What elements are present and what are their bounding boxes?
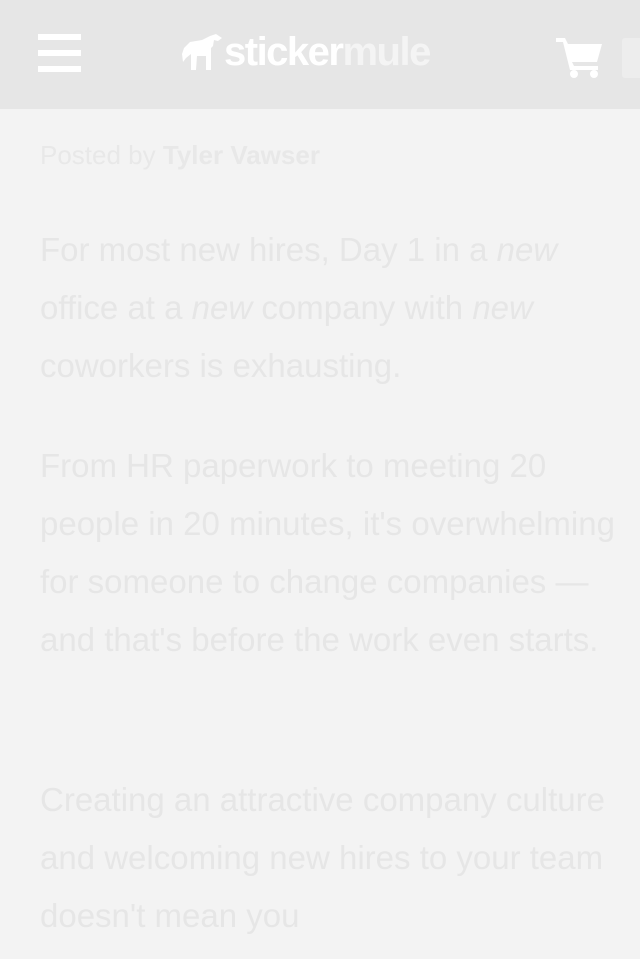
p1-text-b: office at a — [40, 289, 183, 326]
p1-em-1: new — [496, 231, 558, 268]
post-byline: Posted by Tyler Vawser — [40, 138, 320, 172]
brand-sticker: sticker — [224, 30, 344, 74]
author-link[interactable]: Tyler Vawser — [163, 140, 320, 170]
p1-em-2: new — [191, 289, 253, 326]
sticker-mule-logo[interactable]: stickermule — [180, 30, 431, 74]
p1-text-a: For most new hires, Day 1 in a — [40, 231, 488, 268]
brand-wordmark: stickermule — [224, 30, 431, 74]
partial-header-button[interactable] — [622, 38, 640, 78]
brand-mule: mule — [342, 30, 431, 74]
paragraph-3: Creating an attractive company culture a… — [40, 781, 605, 934]
mule-logo-icon — [182, 34, 222, 70]
p1-text-d: coworkers is exhausting. — [40, 347, 402, 384]
p1-text-c: company with — [261, 289, 464, 326]
byline-prefix: Posted by — [40, 140, 156, 170]
shopping-cart-icon[interactable] — [556, 36, 604, 78]
paragraph-1: For most new hires, Day 1 in a new offic… — [40, 221, 615, 395]
top-navbar: stickermule — [0, 0, 640, 109]
p1-em-3: new — [472, 289, 533, 326]
paragraph-2: From HR paperwork to meeting 20 people i… — [40, 447, 615, 658]
hamburger-menu-icon[interactable] — [38, 34, 81, 72]
